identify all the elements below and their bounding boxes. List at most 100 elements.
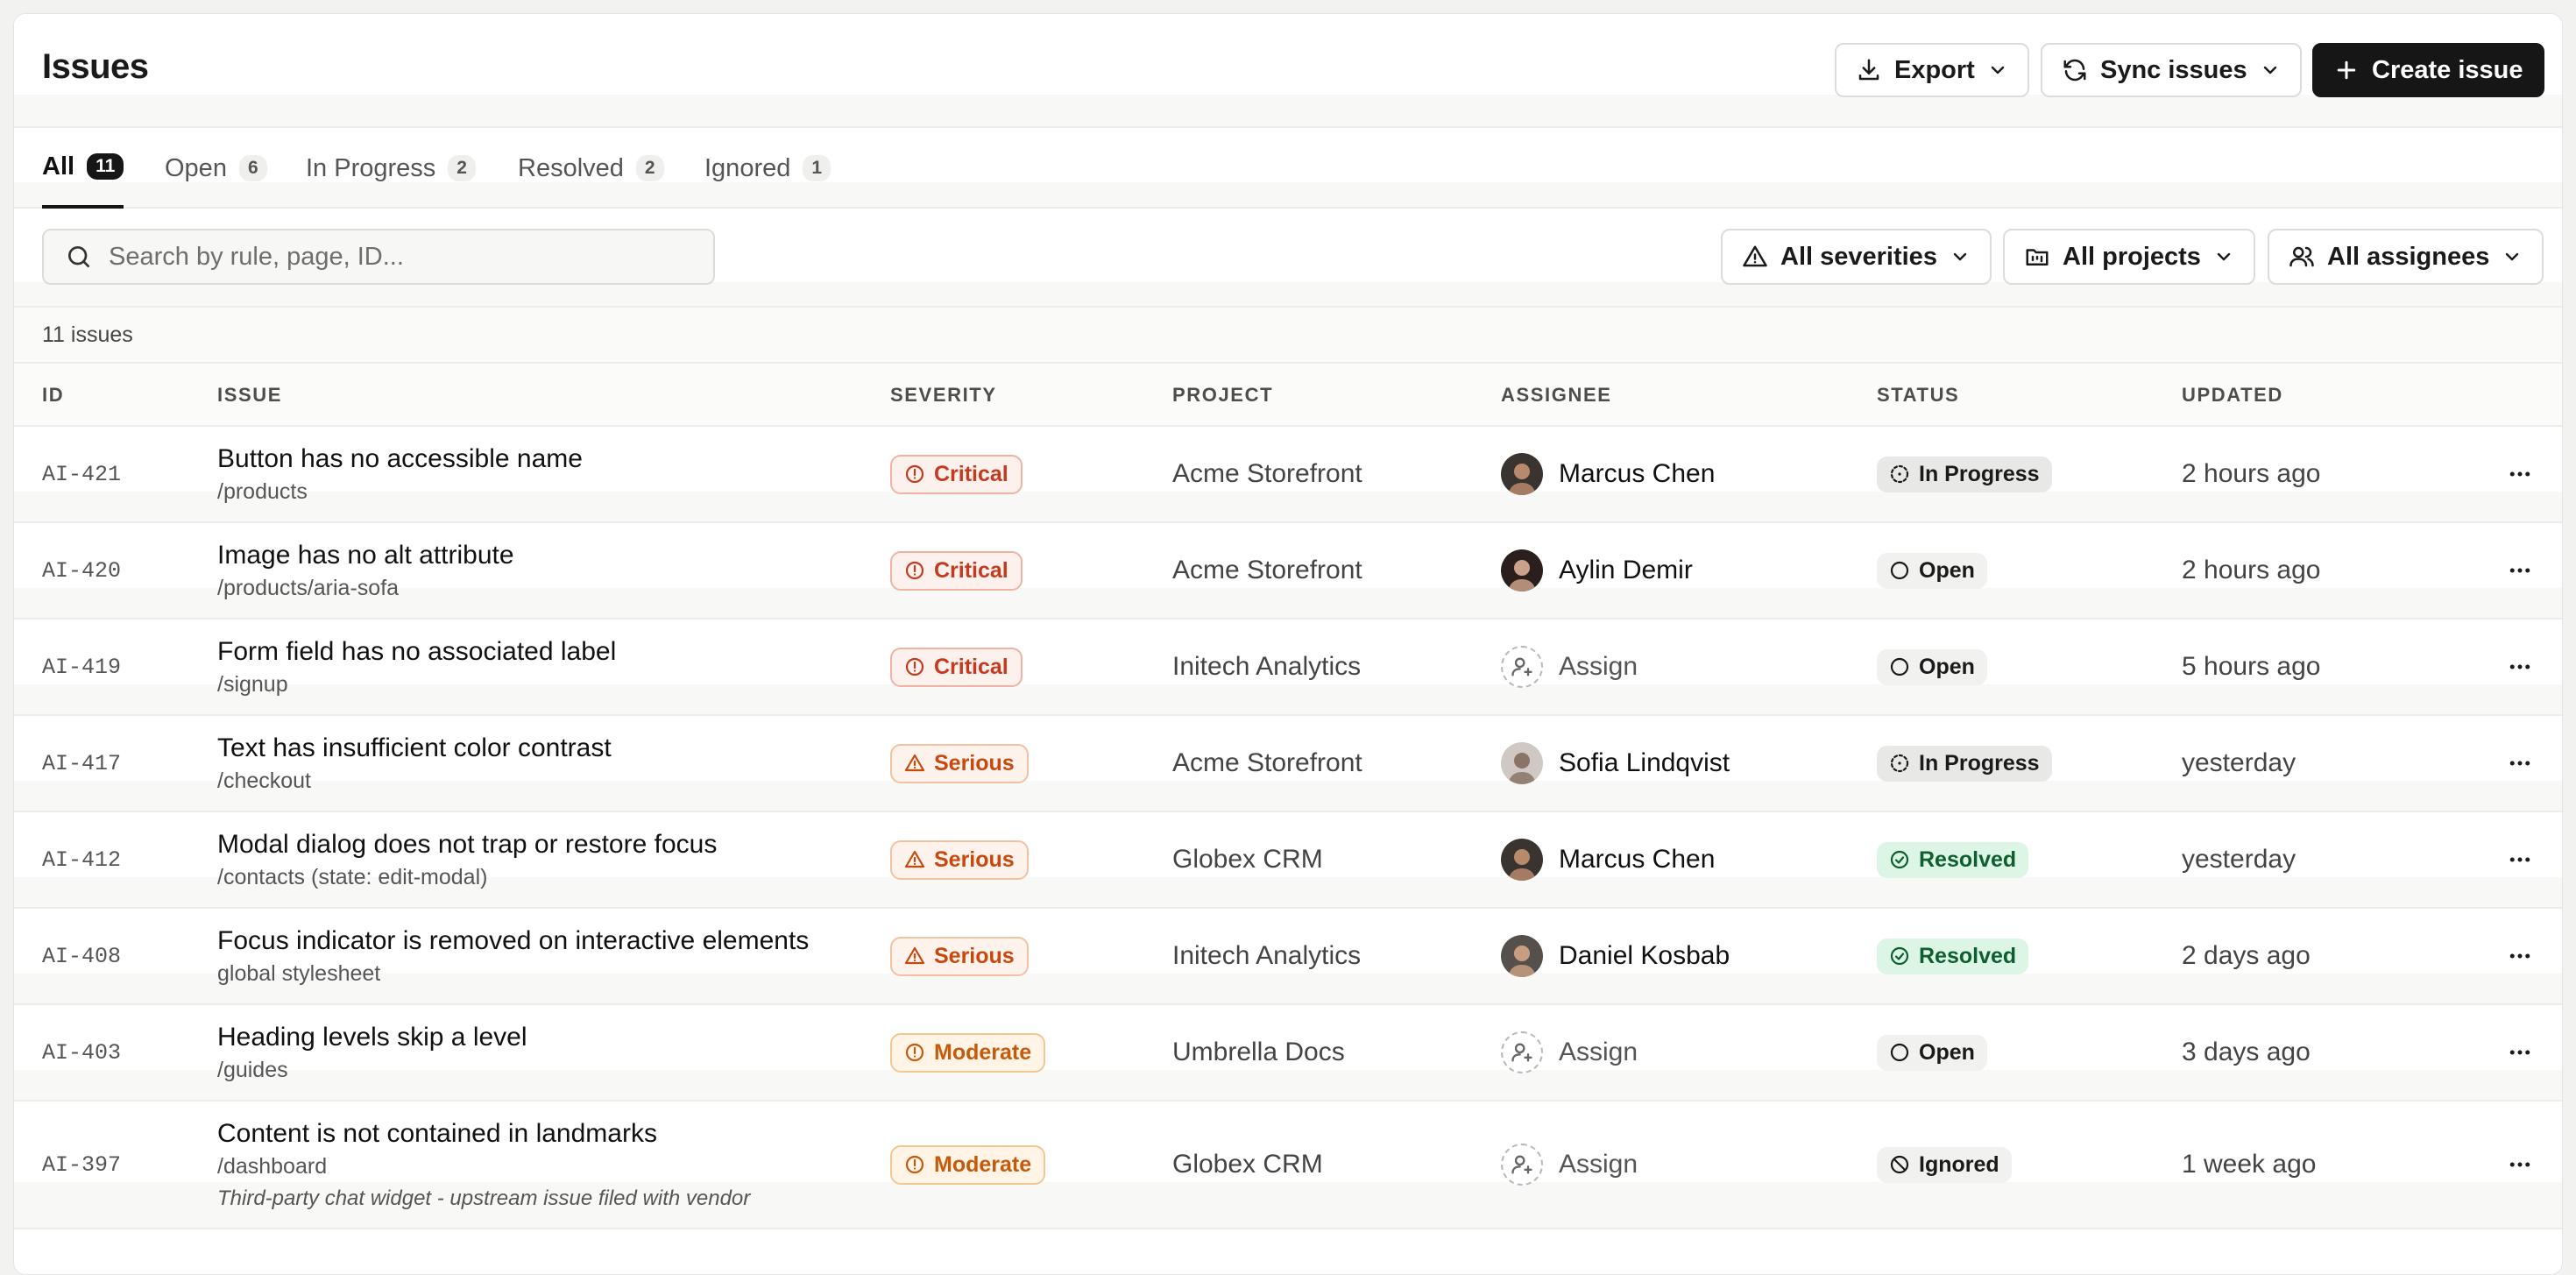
tab-ignored[interactable]: Ignored 1 bbox=[704, 128, 832, 209]
sync-issues-button[interactable]: Sync issues bbox=[2041, 43, 2302, 97]
severity-label: Moderate bbox=[934, 1151, 1032, 1177]
severity-cell: Moderate bbox=[890, 1005, 1046, 1100]
severity-badge: Critical bbox=[890, 454, 1023, 494]
avatar bbox=[1501, 549, 1543, 591]
issue-cell: Form field has no associated label/signu… bbox=[217, 620, 616, 714]
status-badge[interactable]: Open bbox=[1877, 648, 1987, 685]
project-name: Initech Analytics bbox=[1172, 941, 1362, 970]
issue-title[interactable]: Form field has no associated label bbox=[217, 637, 616, 667]
severity-badge: Critical bbox=[890, 550, 1023, 591]
updated-time: 3 days ago bbox=[2182, 1038, 2311, 1066]
severity-label: Critical bbox=[934, 461, 1008, 486]
status-badge[interactable]: In Progress bbox=[1877, 456, 2052, 492]
tab-in-progress[interactable]: In Progress 2 bbox=[306, 128, 476, 209]
tab-open[interactable]: Open 6 bbox=[165, 128, 267, 209]
status-badge[interactable]: Ignored bbox=[1877, 1146, 2012, 1183]
project-filter[interactable]: All projects bbox=[2003, 229, 2255, 285]
table-row[interactable]: AI-403 Heading levels skip a level/guides… bbox=[14, 1005, 2562, 1101]
more-actions-button[interactable] bbox=[2501, 551, 2539, 590]
status-badge[interactable]: Open bbox=[1877, 1034, 1987, 1071]
issue-title[interactable]: Image has no alt attribute bbox=[217, 541, 514, 570]
table-row[interactable]: AI-408 Focus indicator is removed on inte… bbox=[14, 909, 2562, 1005]
status-badge[interactable]: Open bbox=[1877, 552, 1987, 589]
assignee-cell[interactable]: Marcus Chen bbox=[1501, 427, 1715, 521]
more-actions-button[interactable] bbox=[2501, 455, 2539, 493]
warning-triangle-icon bbox=[904, 850, 925, 868]
loader-circle-icon bbox=[1890, 754, 1909, 773]
updated-time: 2 hours ago bbox=[2182, 556, 2321, 584]
issue-title[interactable]: Modal dialog does not trap or restore fo… bbox=[217, 830, 717, 860]
issue-id: AI-419 bbox=[42, 654, 122, 680]
issue-title[interactable]: Button has no accessible name bbox=[217, 444, 583, 474]
chevron-down-icon bbox=[2217, 252, 2231, 261]
status-badge[interactable]: In Progress bbox=[1877, 745, 2052, 782]
table-row[interactable]: AI-397 Content is not contained in landma… bbox=[14, 1101, 2562, 1229]
status-badge[interactable]: Resolved bbox=[1877, 938, 2029, 974]
table-row[interactable]: AI-417 Text has insufficient color contra… bbox=[14, 716, 2562, 812]
avatar bbox=[1501, 839, 1543, 881]
severity-filter[interactable]: All severities bbox=[1721, 229, 1992, 285]
column-header-assignee: ASSIGNEE bbox=[1501, 384, 1612, 406]
page-title: Issues bbox=[42, 47, 149, 86]
row-actions bbox=[2501, 812, 2539, 907]
assign-link[interactable]: Assign bbox=[1559, 1150, 1638, 1179]
issue-page: global stylesheet bbox=[217, 960, 381, 986]
issue-title[interactable]: Text has insufficient color contrast bbox=[217, 733, 612, 763]
row-actions bbox=[2501, 909, 2539, 1003]
status-label: Resolved bbox=[1919, 846, 2017, 872]
status-badge[interactable]: Resolved bbox=[1877, 841, 2029, 878]
status-cell: Open bbox=[1877, 523, 1987, 618]
search-input[interactable] bbox=[109, 242, 678, 272]
severity-badge: Moderate bbox=[890, 1032, 1046, 1073]
alert-circle-icon bbox=[905, 657, 924, 676]
assignee-filter[interactable]: All assignees bbox=[2268, 229, 2544, 285]
assignee-cell[interactable]: Sofia Lindqvist bbox=[1501, 716, 1730, 811]
table-row[interactable]: AI-419 Form field has no associated label… bbox=[14, 620, 2562, 716]
alert-circle-icon bbox=[905, 561, 924, 580]
more-actions-button[interactable] bbox=[2501, 648, 2539, 686]
assign-link[interactable]: Assign bbox=[1559, 652, 1638, 682]
table-row[interactable]: AI-421 Button has no accessible name/prod… bbox=[14, 427, 2562, 523]
status-cell: Open bbox=[1877, 1005, 1987, 1100]
severity-cell: Serious bbox=[890, 716, 1029, 811]
tab-label: Resolved bbox=[518, 153, 624, 182]
row-actions bbox=[2501, 716, 2539, 811]
assignee-cell[interactable]: Assign bbox=[1501, 620, 1638, 714]
tab-count: 6 bbox=[238, 155, 267, 181]
create-issue-label: Create issue bbox=[2372, 55, 2523, 84]
warning-triangle-icon bbox=[1743, 245, 1767, 267]
severity-label: Critical bbox=[934, 557, 1008, 583]
assignee-cell[interactable]: Assign bbox=[1501, 1101, 1638, 1228]
tab-resolved[interactable]: Resolved 2 bbox=[518, 128, 664, 209]
issue-title[interactable]: Focus indicator is removed on interactiv… bbox=[217, 926, 809, 956]
updated-time: 2 hours ago bbox=[2182, 459, 2321, 488]
table-row[interactable]: AI-412 Modal dialog does not trap or rest… bbox=[14, 812, 2562, 909]
severity-filter-label: All severities bbox=[1780, 242, 1937, 271]
user-plus-icon bbox=[1511, 657, 1532, 676]
table-row[interactable]: AI-420 Image has no alt attribute/product… bbox=[14, 523, 2562, 620]
assignee-cell[interactable]: Aylin Demir bbox=[1501, 523, 1693, 618]
more-actions-button[interactable] bbox=[2501, 840, 2539, 879]
assign-avatar[interactable] bbox=[1501, 1144, 1543, 1186]
assign-avatar[interactable] bbox=[1501, 1031, 1543, 1073]
severity-badge: Critical bbox=[890, 647, 1023, 687]
assign-link[interactable]: Assign bbox=[1559, 1038, 1638, 1067]
issue-title[interactable]: Heading levels skip a level bbox=[217, 1023, 527, 1052]
more-actions-button[interactable] bbox=[2501, 1145, 2539, 1184]
severity-label: Serious bbox=[934, 750, 1015, 776]
tab-label: All bbox=[42, 152, 75, 181]
assign-avatar[interactable] bbox=[1501, 646, 1543, 688]
more-actions-button[interactable] bbox=[2501, 744, 2539, 783]
assignee-cell[interactable]: Daniel Kosbab bbox=[1501, 909, 1730, 1003]
issue-title[interactable]: Content is not contained in landmarks bbox=[217, 1119, 657, 1149]
create-issue-button[interactable]: Create issue bbox=[2312, 43, 2544, 97]
more-actions-button[interactable] bbox=[2501, 937, 2539, 975]
tab-count: 2 bbox=[448, 155, 476, 181]
assignee-cell[interactable]: Marcus Chen bbox=[1501, 812, 1715, 907]
assignee-cell[interactable]: Assign bbox=[1501, 1005, 1638, 1100]
page-header: Issues Export Sync issues Create issue bbox=[14, 14, 2562, 128]
tab-all[interactable]: All 11 bbox=[42, 128, 124, 209]
export-button[interactable]: Export bbox=[1835, 43, 2029, 97]
issue-count: 11 issues bbox=[14, 308, 2562, 364]
more-actions-button[interactable] bbox=[2501, 1033, 2539, 1072]
